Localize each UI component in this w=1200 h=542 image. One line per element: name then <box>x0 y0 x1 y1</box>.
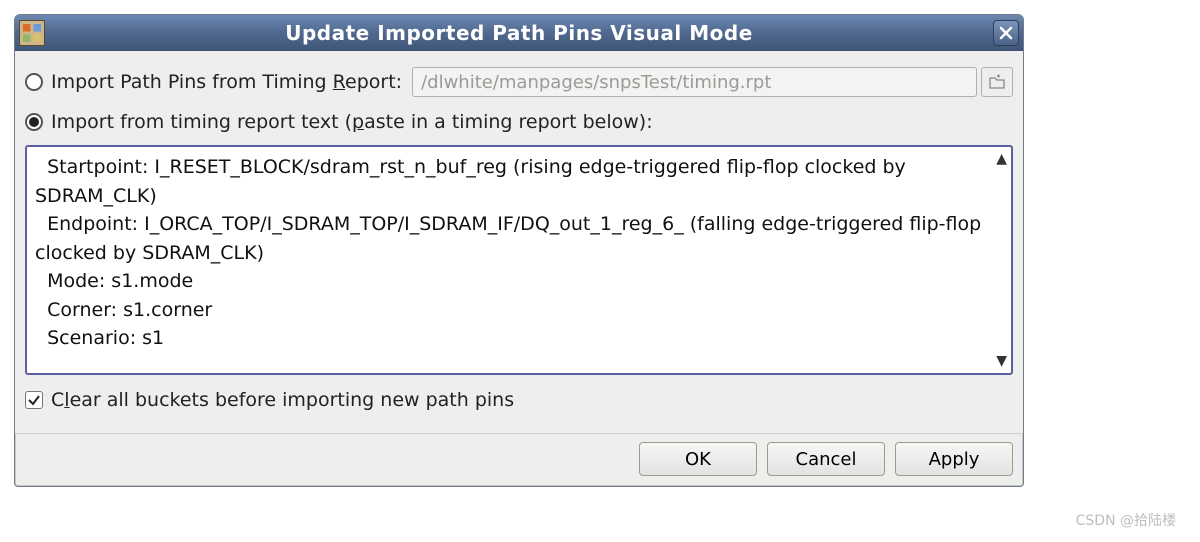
titlebar: Update Imported Path Pins Visual Mode <box>15 15 1023 51</box>
clear-buckets-row: Clear all buckets before importing new p… <box>25 383 1013 417</box>
radio-import-from-file-label: Import Path Pins from Timing Report: <box>51 71 402 93</box>
checkmark-icon <box>27 393 41 407</box>
watermark: CSDN @拾陆楼 <box>1076 510 1176 530</box>
apply-button[interactable]: Apply <box>895 442 1013 476</box>
option-import-from-text-row: Import from timing report text (paste in… <box>25 105 1013 139</box>
scroll-down-arrow[interactable]: ▼ <box>996 353 1007 369</box>
ok-button[interactable]: OK <box>639 442 757 476</box>
radio-import-from-file[interactable] <box>25 73 43 91</box>
app-icon <box>19 20 45 46</box>
close-button[interactable] <box>993 20 1019 46</box>
timing-report-path-input[interactable] <box>412 67 977 97</box>
folder-open-icon <box>988 73 1006 91</box>
cancel-button[interactable]: Cancel <box>767 442 885 476</box>
radio-import-from-text-label: Import from timing report text (paste in… <box>51 111 653 133</box>
close-icon <box>999 26 1013 40</box>
dialog-footer: OK Cancel Apply <box>15 433 1023 486</box>
option-import-from-file-row: Import Path Pins from Timing Report: <box>25 65 1013 99</box>
clear-buckets-label: Clear all buckets before importing new p… <box>51 389 514 411</box>
dialog-window: Update Imported Path Pins Visual Mode Im… <box>14 14 1024 487</box>
scroll-up-arrow[interactable]: ▲ <box>996 151 1007 167</box>
window-title: Update Imported Path Pins Visual Mode <box>51 21 987 45</box>
clear-buckets-checkbox[interactable] <box>25 391 43 409</box>
radio-import-from-text[interactable] <box>25 113 43 131</box>
browse-button[interactable] <box>981 67 1013 97</box>
dialog-content: Import Path Pins from Timing Report: Imp… <box>15 51 1023 433</box>
timing-report-textarea[interactable]: Startpoint: I_RESET_BLOCK/sdram_rst_n_bu… <box>25 145 1013 375</box>
timing-report-text-content: Startpoint: I_RESET_BLOCK/sdram_rst_n_bu… <box>35 153 989 353</box>
